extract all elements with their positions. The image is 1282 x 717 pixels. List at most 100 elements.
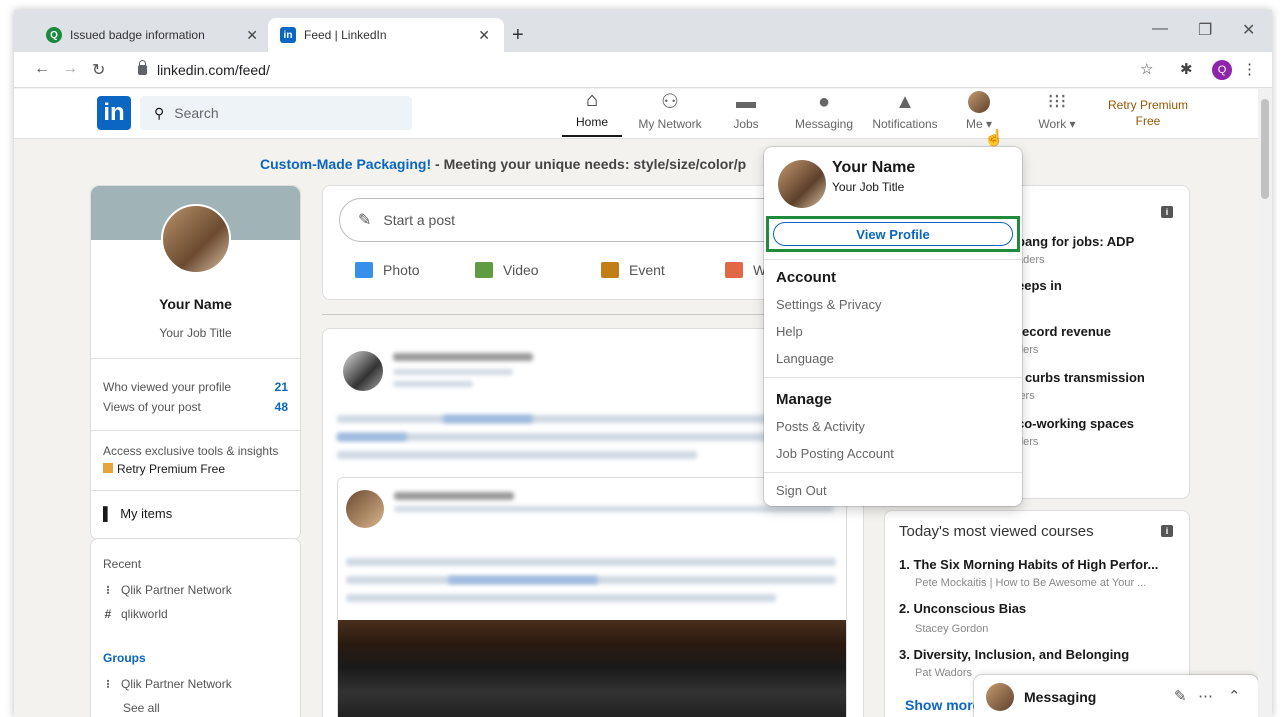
shared-text-line	[346, 558, 836, 566]
extensions-icon[interactable]: ✱	[1180, 60, 1193, 78]
shared-author-avatar[interactable]	[346, 490, 384, 528]
nav-my-network[interactable]: ⚇ My Network	[632, 91, 708, 137]
compose-icon[interactable]: ✎	[1174, 687, 1187, 705]
course-author: Pete Mockaitis | How to Be Awesome at Yo…	[915, 577, 1147, 589]
nav-label: Jobs	[733, 117, 759, 131]
tab-title: Issued badge information	[70, 28, 205, 42]
group-item[interactable]: ⁝ Qlik Partner Network	[103, 677, 232, 691]
menu-item-job-posting[interactable]: Job Posting Account	[776, 446, 894, 461]
nav-home[interactable]: ⌂ Home	[562, 89, 622, 137]
info-icon[interactable]: i	[1161, 525, 1173, 537]
pencil-icon: ✎	[358, 212, 372, 229]
mouse-cursor-icon: ☝	[984, 130, 1004, 147]
action-label: Event	[629, 262, 665, 278]
stat-profile-views[interactable]: Who viewed your profile 21	[103, 380, 288, 394]
restore-icon[interactable]: ❐	[1198, 20, 1212, 40]
new-tab-icon[interactable]: +	[512, 24, 524, 47]
search-input[interactable]: ⚲ Search	[140, 96, 412, 130]
url-field[interactable]: linkedin.com/feed/	[124, 57, 1124, 83]
video-icon	[475, 262, 493, 278]
ad-banner[interactable]: Custom-Made Packaging! - Meeting your un…	[260, 156, 746, 172]
write-article-button[interactable]: W	[725, 262, 766, 278]
menu-item-help[interactable]: Help	[776, 324, 803, 339]
page-scrollbar[interactable]	[1258, 89, 1272, 717]
stat-post-views[interactable]: Views of your post 48	[103, 400, 288, 414]
dropdown-avatar[interactable]	[778, 160, 826, 208]
tab-badge-info[interactable]: Q Issued badge information ✕	[34, 18, 272, 52]
minimize-icon[interactable]: —	[1152, 20, 1168, 38]
nav-jobs[interactable]: ▬ Jobs	[726, 91, 766, 137]
video-button[interactable]: Video	[475, 262, 539, 278]
recent-item-label: Qlik Partner Network	[121, 583, 232, 597]
view-profile-highlight: View Profile	[766, 216, 1020, 252]
post-author-meta	[393, 369, 513, 375]
forward-icon[interactable]: →	[62, 60, 78, 78]
manage-heading: Manage	[776, 391, 832, 408]
course-title[interactable]: 1. The Six Morning Habits of High Perfor…	[899, 557, 1158, 572]
post-text-line	[337, 451, 697, 459]
linkedin-favicon-icon: in	[280, 27, 296, 43]
article-icon	[725, 262, 743, 278]
scrollbar-thumb[interactable]	[1261, 99, 1269, 199]
reload-icon[interactable]: ↻	[92, 60, 105, 80]
shared-post	[337, 477, 847, 717]
messaging-avatar	[986, 683, 1014, 711]
news-title[interactable]: eeps in	[1017, 278, 1062, 293]
linkedin-header: in ⚲ Search ⌂ Home ⚇ My Network ▬ Jobs ●…	[14, 89, 1258, 139]
close-window-icon[interactable]: ✕	[1242, 20, 1255, 40]
photo-button[interactable]: Photo	[355, 262, 420, 278]
menu-item-language[interactable]: Language	[776, 351, 834, 366]
event-button[interactable]: Event	[601, 262, 665, 278]
grid-icon: ⁝⁝⁝	[1047, 91, 1067, 113]
see-all-link[interactable]: See all	[123, 701, 160, 715]
show-more-link[interactable]: Show more	[905, 697, 980, 713]
dropdown-name: Your Name	[832, 159, 916, 176]
recent-item[interactable]: # qlikworld	[103, 607, 168, 621]
messaging-bar[interactable]: Messaging ✎ ⋯ ⌃	[974, 675, 1258, 717]
news-title[interactable]: co-working spaces	[1017, 416, 1134, 431]
premium-link[interactable]: Retry Premium Free	[103, 462, 225, 476]
info-icon[interactable]: i	[1161, 206, 1173, 218]
nav-work[interactable]: ⁝⁝⁝ Work ▾	[1034, 91, 1080, 137]
browser-profile-avatar[interactable]: Q	[1212, 60, 1232, 80]
my-items-link[interactable]: ▌ My items	[103, 506, 172, 521]
stat-value: 21	[274, 380, 288, 394]
post-author-avatar[interactable]	[343, 351, 383, 391]
groups-heading[interactable]: Groups	[103, 651, 146, 665]
browser-window: Q Issued badge information ✕ in Feed | L…	[14, 10, 1272, 717]
menu-item-sign-out[interactable]: Sign Out	[776, 483, 827, 498]
view-profile-button[interactable]: View Profile	[773, 222, 1013, 246]
divider	[91, 430, 300, 431]
news-title[interactable]: bang for jobs: ADP	[1017, 234, 1134, 249]
star-icon[interactable]: ☆	[1140, 60, 1153, 78]
nav-label: Messaging	[794, 117, 854, 131]
shared-text-line	[346, 594, 776, 602]
linkedin-logo[interactable]: in	[97, 96, 131, 130]
tab-linkedin-feed[interactable]: in Feed | LinkedIn ✕	[268, 18, 504, 52]
profile-photo[interactable]	[161, 204, 231, 274]
qlik-favicon-icon: Q	[46, 27, 62, 43]
nav-notifications[interactable]: ▲ Notifications	[868, 91, 942, 137]
retry-premium-link[interactable]: Retry Premium Free	[1108, 97, 1188, 129]
ad-link[interactable]: Custom-Made Packaging!	[260, 156, 431, 172]
back-icon[interactable]: ←	[34, 60, 50, 78]
chevron-up-icon[interactable]: ⌃	[1228, 687, 1241, 705]
close-tab-icon[interactable]: ✕	[478, 27, 490, 44]
stat-value: 48	[274, 400, 288, 414]
menu-item-settings[interactable]: Settings & Privacy	[776, 297, 882, 312]
recent-item[interactable]: ⁝ Qlik Partner Network	[103, 583, 232, 597]
course-title[interactable]: 3. Diversity, Inclusion, and Belonging	[899, 647, 1129, 662]
video-call-image[interactable]	[338, 620, 846, 717]
news-title[interactable]: record revenue	[1017, 324, 1111, 339]
browser-menu-icon[interactable]: ⋮	[1242, 60, 1257, 78]
lock-icon	[138, 60, 147, 75]
close-tab-icon[interactable]: ✕	[246, 27, 258, 44]
more-icon[interactable]: ⋯	[1198, 687, 1213, 705]
post-text-link	[443, 415, 533, 423]
menu-item-posts-activity[interactable]: Posts & Activity	[776, 419, 865, 434]
divider	[764, 472, 1022, 473]
news-title[interactable]: : curbs transmission	[1017, 370, 1145, 385]
course-title[interactable]: 2. Unconscious Bias	[899, 601, 1026, 616]
nav-messaging[interactable]: ● Messaging	[792, 91, 856, 137]
profile-name[interactable]: Your Name	[91, 296, 300, 312]
